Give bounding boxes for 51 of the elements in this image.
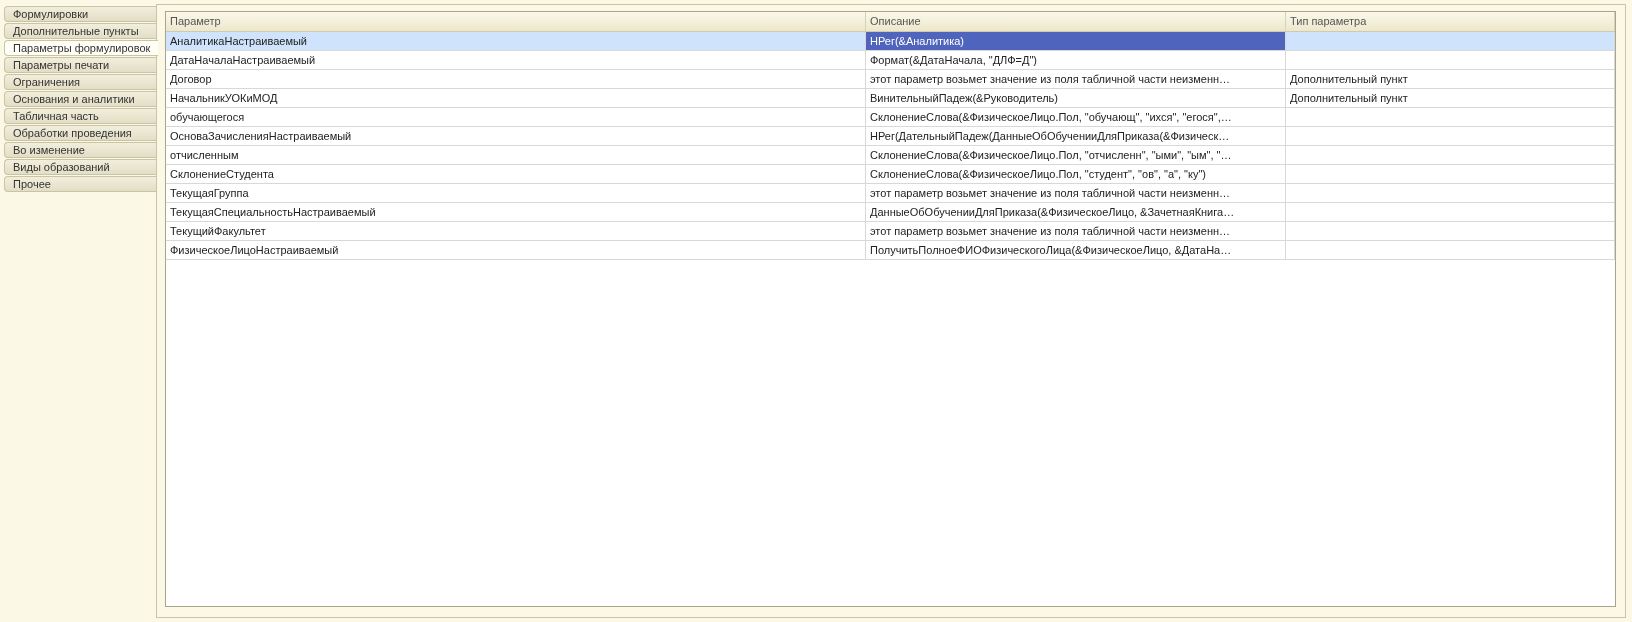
tab[interactable]: Обработки проведения: [4, 125, 156, 141]
table-cell: отчисленным: [166, 146, 866, 164]
tab[interactable]: Дополнительные пункты: [4, 23, 156, 39]
table-cell: этот параметр возьмет значение из поля табличной части неизменн…: [866, 222, 1286, 240]
tab[interactable]: Параметры печати: [4, 57, 156, 73]
table-cell: Формат(&ДатаНачала, "ДЛФ=Д"): [866, 51, 1286, 69]
tab[interactable]: Ограничения: [4, 74, 156, 90]
tab[interactable]: Основания и аналитики: [4, 91, 156, 107]
table-cell: обучающегося: [166, 108, 866, 126]
table-cell: ОсноваЗачисленияНастраиваемый: [166, 127, 866, 145]
table-cell: этот параметр возьмет значение из поля табличной части неизменн…: [866, 70, 1286, 88]
table-cell: ТекущаяСпециальностьНастраиваемый: [166, 203, 866, 221]
table-cell: ФизическоеЛицоНастраиваемый: [166, 241, 866, 259]
table-row[interactable]: НачальникУОКиМОД ВинительныйПадеж(&Руководитель) Дополнительный пункт: [166, 89, 1615, 108]
table-cell: НРег(ДательныйПадеж(ДанныеОбОбученииДляПриказа(&Физическ…: [866, 127, 1286, 145]
table-row[interactable]: Договор этот параметр возьмет значение из поля табличной части неизменн… Дополнительный пункт: [166, 70, 1615, 89]
tab[interactable]: Параметры формулировок: [4, 40, 158, 56]
table-cell: ПолучитьПолноеФИОФизическогоЛица(&ФизическоеЛицо, &ДатаНа…: [866, 241, 1286, 259]
table-row[interactable]: СклонениеСтудента СклонениеСлова(&ФизическоеЛицо.Пол, "студент", "ов", "а", "ку"): [166, 165, 1615, 184]
table-cell: ТекущаяГруппа: [166, 184, 866, 202]
column-header[interactable]: Параметр: [166, 12, 866, 31]
table-cell: СклонениеСлова(&ФизическоеЛицо.Пол, "студент", "ов", "а", "ку"): [866, 165, 1286, 183]
table-cell: ВинительныйПадеж(&Руководитель): [866, 89, 1286, 107]
table-row[interactable]: АналитикаНастраиваемый НРег(&Аналитика): [166, 32, 1615, 51]
tab[interactable]: Формулировки: [4, 6, 156, 22]
column-header[interactable]: Описание: [866, 12, 1286, 31]
table-cell: ДанныеОбОбученииДляПриказа(&ФизическоеЛицо, &ЗачетнаяКнига…: [866, 203, 1286, 221]
table-row[interactable]: ТекущийФакультет этот параметр возьмет значение из поля табличной части неизменн…: [166, 222, 1615, 241]
table-cell: этот параметр возьмет значение из поля табличной части неизменн…: [866, 184, 1286, 202]
table-row[interactable]: отчисленным СклонениеСлова(&ФизическоеЛицо.Пол, "отчисленн", "ыми", "ым", "…: [166, 146, 1615, 165]
table-row[interactable]: обучающегося СклонениеСлова(&ФизическоеЛицо.Пол, "обучающ", "ихся", "егося",…: [166, 108, 1615, 127]
table-row[interactable]: ОсноваЗачисленияНастраиваемый НРег(ДательныйПадеж(ДанныеОбОбученииДляПриказа(&Физическ…: [166, 127, 1615, 146]
tab[interactable]: Прочее: [4, 176, 156, 192]
table-cell: НачальникУОКиМОД: [166, 89, 866, 107]
table-row[interactable]: ФизическоеЛицоНастраиваемый ПолучитьПолноеФИОФизическогоЛица(&ФизическоеЛицо, &ДатаНа…: [166, 241, 1615, 260]
table-cell: СклонениеСтудента: [166, 165, 866, 183]
table-cell: СклонениеСлова(&ФизическоеЛицо.Пол, "отчисленн", "ыми", "ым", "…: [866, 146, 1286, 164]
table-cell: Дополнительный пункт: [1286, 70, 1615, 88]
tab[interactable]: Во изменение: [4, 142, 156, 158]
table-row[interactable]: ДатаНачалаНастраиваемый Формат(&ДатаНачала, "ДЛФ=Д"): [166, 51, 1615, 70]
table-row[interactable]: ТекущаяСпециальностьНастраиваемый ДанныеОбОбученииДляПриказа(&ФизическоеЛицо, &ЗачетнаяКнига…: [166, 203, 1615, 222]
table-cell: ДатаНачалаНастраиваемый: [166, 51, 866, 69]
table-cell: ТекущийФакультет: [166, 222, 866, 240]
table-cell: НРег(&Аналитика): [866, 32, 1286, 50]
table-cell: Договор: [166, 70, 866, 88]
column-header[interactable]: Тип параметра: [1286, 12, 1615, 31]
table-cell: СклонениеСлова(&ФизическоеЛицо.Пол, "обучающ", "ихся", "егося",…: [866, 108, 1286, 126]
tab[interactable]: Табличная часть: [4, 108, 156, 124]
tab[interactable]: Виды образований: [4, 159, 156, 175]
table-row[interactable]: ТекущаяГруппа этот параметр возьмет значение из поля табличной части неизменн…: [166, 184, 1615, 203]
table-cell: Дополнительный пункт: [1286, 89, 1615, 107]
